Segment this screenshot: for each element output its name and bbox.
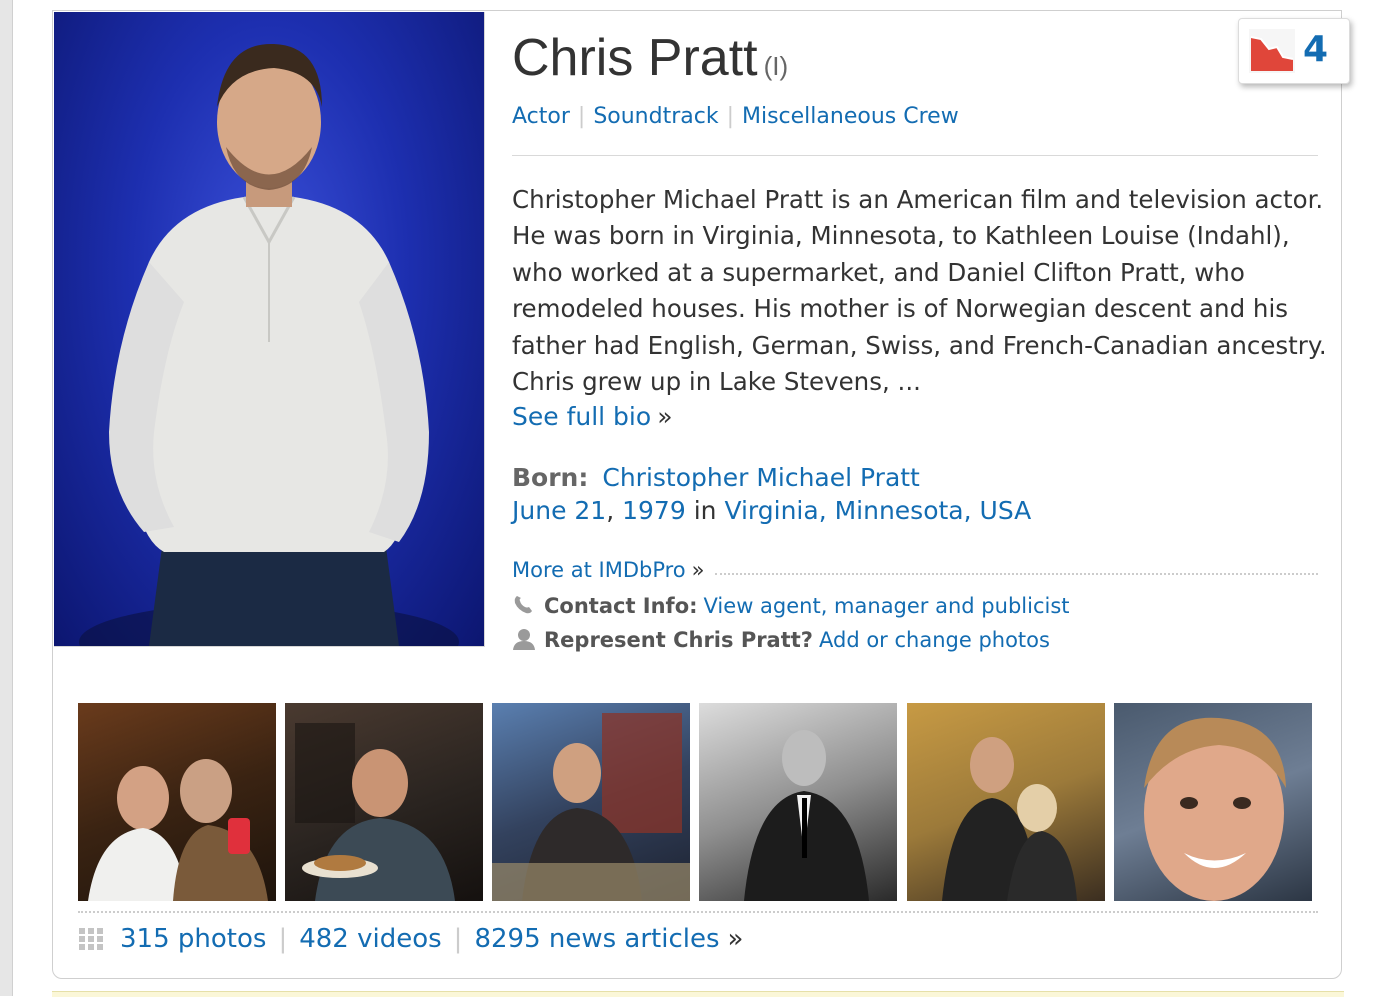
job-link-misc-crew[interactable]: Miscellaneous Crew [742, 104, 959, 129]
photo-1-illustration [88, 759, 268, 901]
represent-row: Represent Chris Pratt? Add or change phot… [512, 628, 1050, 652]
media-divider [78, 911, 1318, 913]
header-divider [512, 155, 1318, 156]
see-full-bio: See full bio» [512, 402, 672, 431]
bio-summary: Christopher Michael Pratt is an American… [512, 185, 1327, 397]
starmeter-rank: 4 [1303, 29, 1329, 70]
in-text: in [693, 496, 717, 525]
media-links-row: 315 photos | 482 videos | 8295 news articles… [78, 924, 743, 954]
birth-month-day-link[interactable]: June 21 [512, 496, 606, 525]
represent-label: Represent Chris Pratt? [544, 628, 813, 652]
photo-4-illustration [744, 730, 869, 901]
contact-info-row: Contact Info: View agent, manager and pub… [512, 594, 1070, 618]
photo-3-illustration [492, 713, 690, 901]
person-name-heading: Chris Pratt (I) [512, 28, 788, 88]
job-link-actor[interactable]: Actor [512, 104, 570, 129]
photo-thumbnail-3[interactable] [492, 703, 690, 901]
raquo-glyph: » [727, 924, 744, 954]
birth-name-link[interactable]: Christopher Michael Pratt [602, 463, 920, 492]
dotted-rule [714, 573, 1318, 575]
person-name: Chris Pratt [512, 29, 758, 87]
birth-place-link[interactable]: Virginia, Minnesota, USA [724, 496, 1031, 525]
videos-count-link[interactable]: 482 videos [299, 924, 441, 954]
photo-thumbnail-1[interactable] [78, 703, 276, 901]
more-at-imdbpro-link[interactable]: More at IMDbPro [512, 558, 686, 582]
photo-thumbnail-6[interactable] [1114, 703, 1312, 901]
phone-icon [514, 596, 532, 614]
news-count-link[interactable]: 8295 news articles [474, 924, 719, 954]
photo-thumbnail-4[interactable] [699, 703, 897, 901]
contact-info-label: Contact Info: [544, 594, 698, 618]
media-separator: | [453, 924, 463, 954]
job-separator: | [577, 104, 586, 129]
window-edge [0, 0, 13, 996]
imdbpro-more-row: More at IMDbPro» [512, 558, 1318, 582]
photo-thumbnail-5[interactable] [907, 703, 1105, 901]
headshot-photo[interactable] [54, 12, 485, 647]
birth-year-link[interactable]: 1979 [622, 496, 686, 525]
next-section-edge [52, 991, 1344, 997]
photo-grid-icon [79, 928, 103, 950]
birth-date-place: June 21, 1979 in Virginia, Minnesota, US… [512, 496, 1031, 525]
person-icon [513, 629, 535, 650]
starmeter-widget[interactable]: 4 [1238, 18, 1350, 84]
born-info: Born: Christopher Michael Pratt [512, 463, 920, 492]
raquo-glyph: » [691, 558, 705, 582]
job-separator: | [726, 104, 734, 129]
starmeter-trend-down-icon [1249, 29, 1295, 73]
see-full-bio-link[interactable]: See full bio [512, 402, 651, 431]
photo-2-illustration [295, 723, 455, 901]
raquo-glyph: » [657, 402, 673, 431]
job-categories: Actor | Soundtrack | Miscellaneous Crew [512, 104, 959, 129]
date-comma: , [606, 496, 615, 525]
born-label: Born: [512, 463, 589, 492]
photo-6-illustration [1144, 717, 1286, 901]
name-suffix: (I) [763, 51, 789, 81]
media-separator: | [278, 924, 288, 954]
photo-5-illustration [942, 737, 1077, 901]
add-change-photos-link[interactable]: Add or change photos [819, 628, 1050, 652]
photos-count-link[interactable]: 315 photos [120, 924, 266, 954]
photo-thumbnail-2[interactable] [285, 703, 483, 901]
headshot-illustration [79, 43, 459, 646]
view-agent-link[interactable]: View agent, manager and publicist [704, 594, 1070, 618]
job-link-soundtrack[interactable]: Soundtrack [593, 104, 718, 129]
